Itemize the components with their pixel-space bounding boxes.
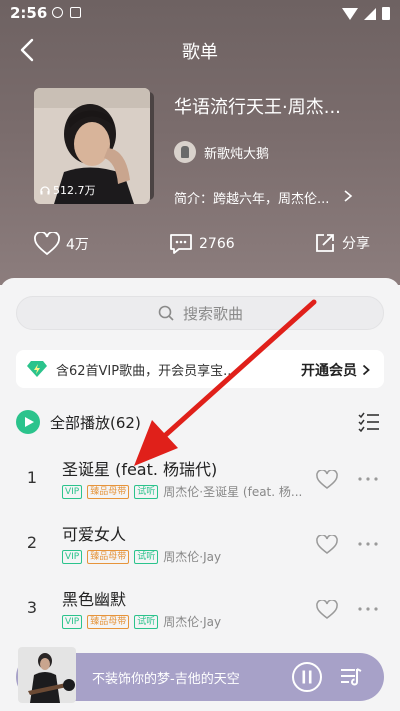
mini-player[interactable]: 不装饰你的梦-吉他的天空: [16, 647, 384, 703]
song-row[interactable]: 2 可爱女人 VIP 臻品母带 试听 周杰伦·Jay: [0, 515, 400, 575]
chevron-right-icon: [362, 364, 370, 376]
heart-outline-icon[interactable]: [316, 470, 338, 490]
creator-avatar[interactable]: [174, 141, 196, 163]
more-icon[interactable]: [358, 542, 378, 546]
heart-outline-icon[interactable]: [316, 535, 338, 555]
playlist-header: 2:56 歌单 512.7万 华语流行天王·周杰... 新歌炖大鹅 简介：跨越六…: [0, 0, 400, 285]
status-time: 2:56: [10, 4, 48, 22]
like-button[interactable]: 4万: [34, 232, 89, 256]
comment-icon: [170, 234, 192, 254]
song-row[interactable]: 3 黑色幽默 VIP 臻品母带 试听 周杰伦·Jay: [0, 580, 400, 640]
hifi-tag: 臻品母带: [87, 549, 130, 564]
heart-outline-icon: [34, 232, 60, 256]
multi-select-icon[interactable]: [358, 412, 380, 432]
song-artist-album: 周杰伦·Jay: [163, 550, 222, 564]
more-icon[interactable]: [358, 607, 378, 611]
vip-tag: VIP: [62, 484, 83, 499]
wifi-icon: [342, 7, 358, 20]
trial-tag: 试听: [134, 484, 159, 499]
song-title: 黑色幽默: [62, 590, 127, 609]
status-bar: 2:56: [0, 0, 400, 28]
mini-cover-image: [18, 647, 76, 703]
app-notification-icon: [70, 7, 81, 18]
song-index: 3: [26, 598, 38, 617]
song-artist-album: 周杰伦·圣诞星 (feat. 杨...: [163, 485, 303, 499]
playlist-title: 华语流行天王·周杰...: [174, 97, 341, 118]
vip-banner[interactable]: 含62首VIP歌曲，开会员享宝... 开通会员: [16, 350, 384, 388]
battery-icon: [382, 7, 390, 20]
trial-tag: 试听: [134, 614, 159, 629]
search-input[interactable]: 搜索歌曲: [16, 296, 384, 330]
open-vip-button[interactable]: 开通会员: [301, 360, 370, 380]
song-title: 圣诞星 (feat. 杨瑞代): [62, 460, 218, 479]
song-meta: VIP 臻品母带 试听 周杰伦·圣诞星 (feat. 杨...: [62, 483, 302, 500]
search-placeholder: 搜索歌曲: [182, 304, 243, 323]
now-playing-title: 不装饰你的梦-吉他的天空: [92, 672, 240, 687]
headphones-icon: [40, 185, 50, 194]
play-all-label: 全部播放(62): [50, 413, 141, 432]
pause-icon[interactable]: [291, 661, 323, 693]
top-bar: 歌单: [0, 30, 400, 70]
playlist-cover[interactable]: 512.7万: [34, 88, 150, 204]
status-system-icons: [342, 7, 390, 20]
open-vip-label: 开通会员: [301, 363, 357, 379]
share-button[interactable]: 分享: [314, 232, 370, 254]
status-notification-icons: [52, 7, 81, 18]
play-count: 512.7万: [40, 182, 96, 198]
action-bar: 4万 2766 分享: [0, 232, 400, 262]
page-title: 歌单: [182, 42, 218, 63]
song-meta: VIP 臻品母带 试听 周杰伦·Jay: [62, 548, 221, 565]
song-row[interactable]: 1 圣诞星 (feat. 杨瑞代) VIP 臻品母带 试听 周杰伦·圣诞星 (f…: [0, 450, 400, 510]
song-title: 可爱女人: [62, 525, 127, 544]
more-icon[interactable]: [358, 477, 378, 481]
trial-tag: 试听: [134, 549, 159, 564]
playlist-queue-icon[interactable]: [339, 665, 363, 689]
song-index: 1: [26, 468, 38, 487]
chevron-right-icon[interactable]: [343, 189, 353, 203]
song-artist-album: 周杰伦·Jay: [163, 615, 222, 629]
play-count-value: 512.7万: [53, 184, 96, 197]
search-icon: [158, 305, 174, 321]
signal-icon: [364, 7, 376, 20]
song-index: 2: [26, 533, 38, 552]
share-icon: [316, 234, 334, 252]
song-meta: VIP 臻品母带 试听 周杰伦·Jay: [62, 613, 221, 630]
heart-outline-icon[interactable]: [316, 600, 338, 620]
creator-name[interactable]: 新歌炖大鹅: [204, 143, 269, 162]
play-circle-icon: [16, 410, 40, 434]
play-all-button[interactable]: 全部播放(62): [16, 410, 141, 434]
vip-tag: VIP: [62, 614, 83, 629]
like-count: 4万: [66, 237, 89, 253]
vip-banner-text: 含62首VIP歌曲，开会员享宝...: [56, 363, 236, 379]
comment-button[interactable]: 2766: [169, 232, 235, 256]
share-label: 分享: [342, 236, 370, 252]
creator[interactable]: 新歌炖大鹅: [174, 141, 269, 163]
vip-diamond-icon: [27, 361, 47, 377]
hifi-tag: 臻品母带: [87, 614, 130, 629]
mini-player-cover[interactable]: [18, 647, 76, 703]
notification-icon: [52, 7, 63, 18]
vip-tag: VIP: [62, 549, 83, 564]
comment-count: 2766: [199, 236, 235, 252]
hifi-tag: 臻品母带: [87, 484, 130, 499]
